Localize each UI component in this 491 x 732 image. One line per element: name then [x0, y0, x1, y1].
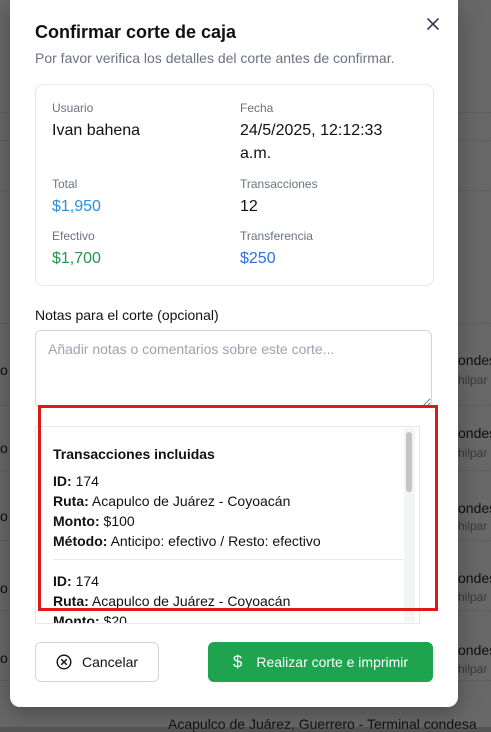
- close-icon: [427, 18, 439, 30]
- confirm-cut-button[interactable]: $ Realizar corte e imprimir: [208, 642, 433, 682]
- transaction-route: Ruta: Acapulco de Juárez - Coyoacán: [53, 493, 291, 509]
- dialog-subtitle: Por favor verifica los detalles del cort…: [35, 50, 395, 66]
- notes-textarea[interactable]: [35, 330, 432, 408]
- cancel-label: Cancelar: [81, 654, 139, 670]
- transactions-scrollbar[interactable]: [404, 428, 415, 622]
- transactions-list[interactable]: Transacciones incluidas ID: 174 Ruta: Ac…: [35, 426, 420, 624]
- total-label: Total: [52, 177, 78, 191]
- usuario-label: Usuario: [52, 101, 94, 115]
- close-button[interactable]: [423, 14, 443, 34]
- transacciones-field: Transacciones 12: [240, 177, 318, 218]
- transacciones-label: Transacciones: [240, 177, 318, 191]
- transaction-route: Ruta: Acapulco de Juárez - Coyoacán: [53, 593, 291, 609]
- fecha-label: Fecha: [240, 101, 274, 115]
- transferencia-label: Transferencia: [240, 229, 313, 243]
- usuario-field: Usuario Ivan bahena: [52, 101, 140, 142]
- summary-card: Usuario Ivan bahena Fecha 24/5/2025, 12:…: [35, 84, 434, 286]
- dollar-icon: $: [232, 652, 243, 671]
- scrollbar-thumb[interactable]: [406, 432, 412, 492]
- transaction-amount: Monto: $100: [53, 513, 135, 529]
- transaction-item: ID: 174 Ruta: Acapulco de Juárez - Coyoa…: [53, 571, 403, 624]
- notes-label: Notas para el corte (opcional): [35, 307, 219, 323]
- fecha-value-line1: 24/5/2025, 12:12:33: [240, 122, 383, 139]
- transaction-id: ID: 174: [53, 473, 99, 489]
- transaction-amount: Monto: $20: [53, 613, 127, 624]
- x-circle-icon: [56, 654, 72, 670]
- transactions-title: Transacciones incluidas: [53, 446, 215, 462]
- efectivo-label: Efectivo: [52, 229, 95, 243]
- dialog-title: Confirmar corte de caja: [35, 22, 237, 42]
- transaction-method: Método: Anticipo: efectivo / Resto: efec…: [53, 533, 321, 549]
- usuario-value: Ivan bahena: [52, 122, 141, 139]
- transferencia-field: Transferencia $250: [240, 229, 313, 270]
- efectivo-field: Efectivo $1,700: [52, 229, 101, 270]
- transaction-divider: [53, 559, 403, 560]
- fecha-value-line2: a.m.: [240, 145, 272, 162]
- fecha-value: 24/5/2025, 12:12:33 a.m.: [240, 119, 382, 165]
- efectivo-value: $1,700: [52, 250, 101, 267]
- transaction-id: ID: 174: [53, 573, 99, 589]
- transacciones-value: 12: [240, 198, 258, 215]
- total-field: Total $1,950: [52, 177, 101, 218]
- transferencia-value: $250: [240, 250, 276, 267]
- confirm-cut-dialog: Confirmar corte de caja Por favor verifi…: [10, 0, 458, 707]
- transaction-item: ID: 174 Ruta: Acapulco de Juárez - Coyoa…: [53, 471, 403, 551]
- confirm-label: Realizar corte e imprimir: [256, 654, 409, 670]
- fecha-field: Fecha 24/5/2025, 12:12:33 a.m.: [240, 101, 382, 165]
- cancel-button[interactable]: Cancelar: [35, 642, 159, 682]
- total-value: $1,950: [52, 198, 101, 215]
